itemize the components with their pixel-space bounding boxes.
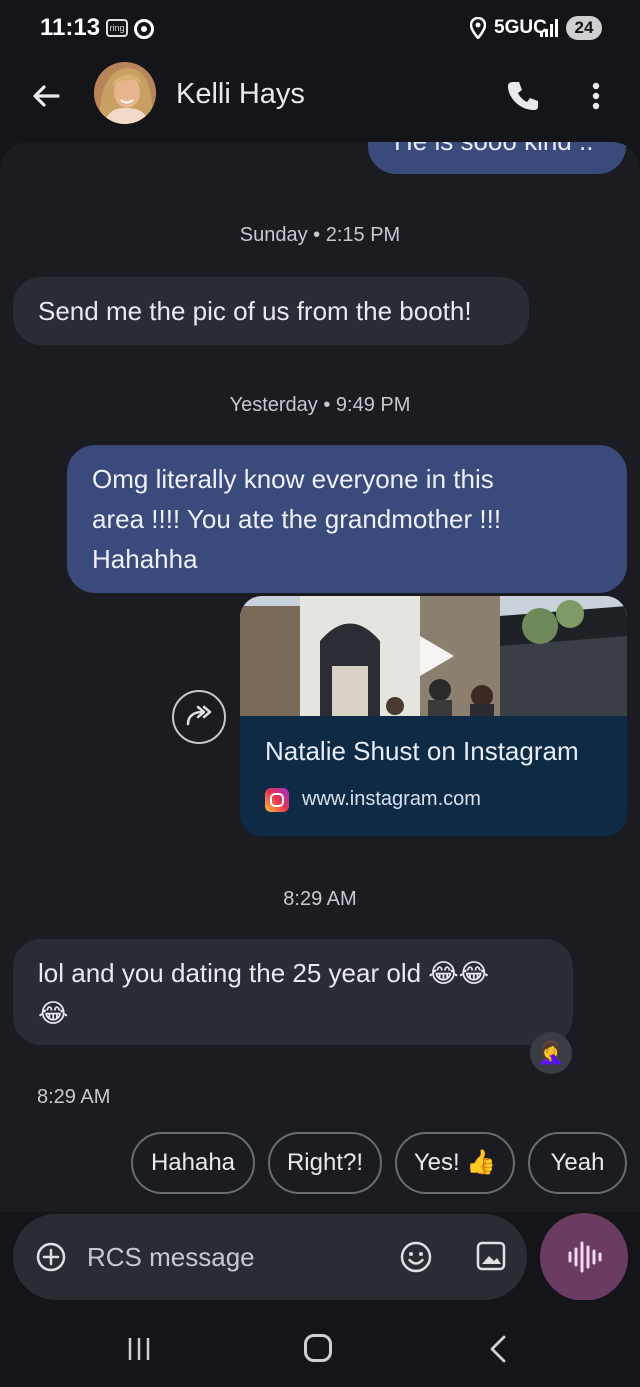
waveform-icon	[568, 1241, 602, 1273]
avatar[interactable]	[94, 62, 156, 124]
ring-notification-icon: ring	[106, 19, 128, 37]
link-title: Natalie Shust on Instagram	[265, 736, 579, 766]
timestamp: Sunday • 2:15 PM	[239, 224, 401, 246]
smart-reply-chip[interactable]: Yeah	[528, 1132, 627, 1194]
emoji-icon[interactable]	[399, 1240, 433, 1274]
link-preview-card[interactable]: Natalie Shust on Instagram www.instagram…	[240, 596, 627, 836]
message-line: 😂	[38, 998, 69, 1028]
message-bubble-incoming[interactable]: Send me the pic of us from the booth!	[13, 277, 529, 345]
message-line: area !!!! You ate the grandmother !!!	[92, 504, 502, 534]
message-text: He is sooo kind ..	[394, 142, 593, 157]
arrow-left-icon[interactable]	[26, 76, 66, 116]
smart-reply-chip[interactable]: Hahaha	[131, 1132, 255, 1194]
recents-icon[interactable]	[126, 1336, 152, 1362]
message-bubble-outgoing[interactable]: He is sooo kind ..	[368, 142, 626, 174]
phone-icon[interactable]	[502, 76, 542, 116]
share-forward-icon[interactable]	[172, 690, 226, 744]
message-list[interactable]: He is sooo kind .. Sunday • 2:15 PM Send…	[0, 142, 640, 1212]
status-bar: 11:13 ring 5GUC 24	[0, 0, 640, 58]
smart-reply-chip[interactable]: Right?!	[268, 1132, 382, 1194]
battery-level: 24	[566, 16, 602, 40]
voice-message-button[interactable]	[540, 1213, 628, 1301]
add-attachment-icon[interactable]	[35, 1241, 67, 1273]
compose-bar	[13, 1214, 527, 1300]
system-nav-bar	[0, 1300, 640, 1387]
link-preview-image[interactable]	[240, 596, 627, 716]
message-line: Omg literally know everyone in this	[92, 464, 494, 494]
smart-reply-chip[interactable]: Yes! 👍	[395, 1132, 515, 1194]
message-text: Send me the pic of us from the booth!	[38, 296, 472, 326]
nav-back-icon[interactable]	[486, 1334, 510, 1364]
contact-name[interactable]: Kelli Hays	[176, 78, 305, 111]
status-time: 11:13	[40, 14, 101, 41]
message-bubble-outgoing[interactable]: Omg literally know everyone in this area…	[67, 445, 627, 593]
link-url: www.instagram.com	[302, 788, 481, 810]
timestamp: 8:29 AM	[283, 888, 357, 910]
reaction-badge[interactable]: 🤦‍♀️	[530, 1032, 572, 1074]
instagram-icon	[265, 788, 289, 812]
timestamp: Yesterday • 9:49 PM	[229, 394, 411, 416]
conversation-header: Kelli Hays	[0, 58, 640, 142]
more-vert-icon[interactable]	[580, 76, 612, 116]
signal-icon	[540, 19, 558, 37]
location-icon	[470, 17, 486, 39]
message-bubble-incoming[interactable]: lol and you dating the 25 year old 😂😂 😂	[13, 939, 573, 1045]
record-notification-icon	[134, 19, 154, 39]
message-line: Hahahha	[92, 544, 198, 574]
message-line: lol and you dating the 25 year old 😂😂	[38, 958, 490, 988]
timestamp: 8:29 AM	[37, 1086, 111, 1108]
smart-reply-chips: Hahaha Right?! Yes! 👍 Yeah	[0, 1132, 640, 1194]
network-type: 5GUC	[494, 17, 547, 38]
gallery-icon[interactable]	[475, 1240, 507, 1272]
home-icon[interactable]	[304, 1334, 332, 1362]
message-input[interactable]	[87, 1236, 377, 1278]
